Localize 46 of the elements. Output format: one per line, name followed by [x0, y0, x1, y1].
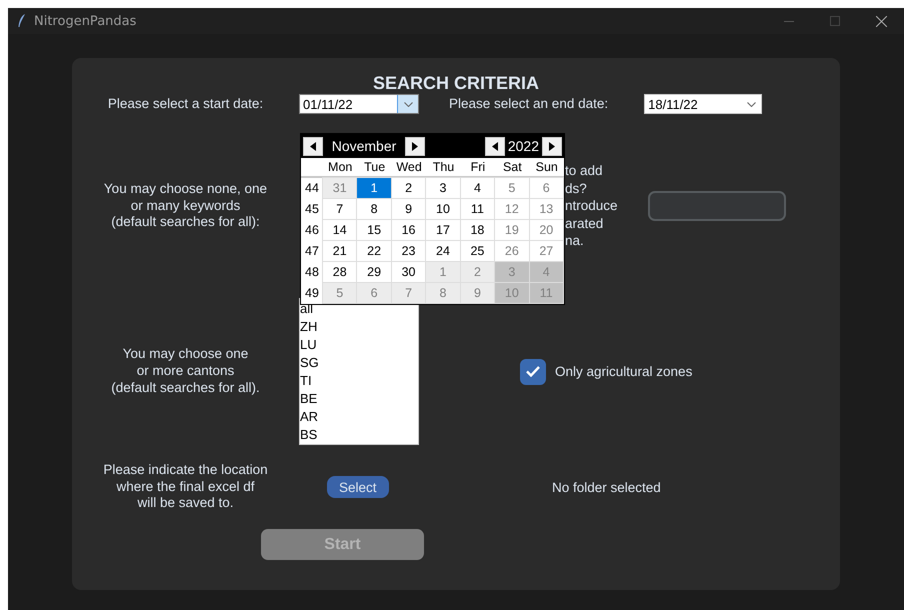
start-date-label: Please select a start date: — [108, 96, 264, 112]
canton-item[interactable]: TI — [300, 372, 418, 390]
feather-icon — [18, 14, 26, 28]
cantons-label: You may choose one or more cantons (default searches for all). — [111, 346, 260, 397]
week-number: 46 — [304, 222, 320, 239]
close-icon — [876, 16, 886, 26]
right-arrow-icon — [412, 142, 418, 150]
month-label: November — [330, 138, 398, 154]
end-date-label: Please select an end date: — [449, 95, 608, 113]
left-arrow-icon — [310, 142, 316, 150]
canton-item[interactable]: BE — [300, 390, 418, 408]
week-number: 45 — [304, 201, 320, 218]
canton-item[interactable]: AR — [300, 408, 418, 426]
chevron-icon — [746, 102, 756, 106]
previous-year-button[interactable] — [484, 136, 505, 156]
end-date-field[interactable]: 18/11/22 — [644, 94, 762, 114]
select-button[interactable]: Select — [327, 476, 389, 498]
left-arrow-icon — [492, 142, 498, 150]
minimize-icon — [784, 20, 794, 22]
folder-status: No folder selected — [551, 480, 662, 494]
window-title: NitrogenPandas — [34, 14, 138, 28]
previous-month-button[interactable] — [303, 136, 323, 156]
calendar-day[interactable]: 6 — [528, 177, 564, 199]
canton-item[interactable]: BS — [300, 426, 418, 444]
agricultural-checkbox[interactable] — [520, 358, 546, 384]
check-icon — [526, 366, 540, 377]
calendar-day[interactable]: 1 — [356, 177, 392, 199]
start-date-field[interactable]: 01/11/22 — [299, 94, 419, 114]
year-label: 2022 — [506, 138, 540, 154]
week-number: 44 — [304, 180, 320, 197]
right-arrow-icon — [549, 142, 555, 150]
week-number: 48 — [304, 264, 320, 281]
chevron-icon — [404, 102, 412, 106]
location-label: Please indicate the location where the final excel df will be saved to. — [103, 462, 268, 512]
agricultural-label: Only agricultural zones — [555, 362, 692, 380]
canton-item[interactable]: SG — [300, 354, 418, 372]
next-year-button[interactable] — [542, 136, 562, 156]
week-number: 47 — [304, 243, 320, 260]
canton-item[interactable]: LU — [300, 336, 418, 354]
next-month-button[interactable] — [405, 136, 425, 156]
keywords-label: You may choose none, one or many keywords (default searches for all): — [104, 180, 268, 232]
heading: SEARCH CRITERIA — [372, 73, 539, 94]
own-keywords-label: to add ds? ntroduce arated na. — [565, 162, 618, 250]
canton-item[interactable]: ZH — [300, 318, 418, 336]
keywords-input-field[interactable] — [648, 191, 786, 221]
maximize-icon — [830, 16, 840, 26]
